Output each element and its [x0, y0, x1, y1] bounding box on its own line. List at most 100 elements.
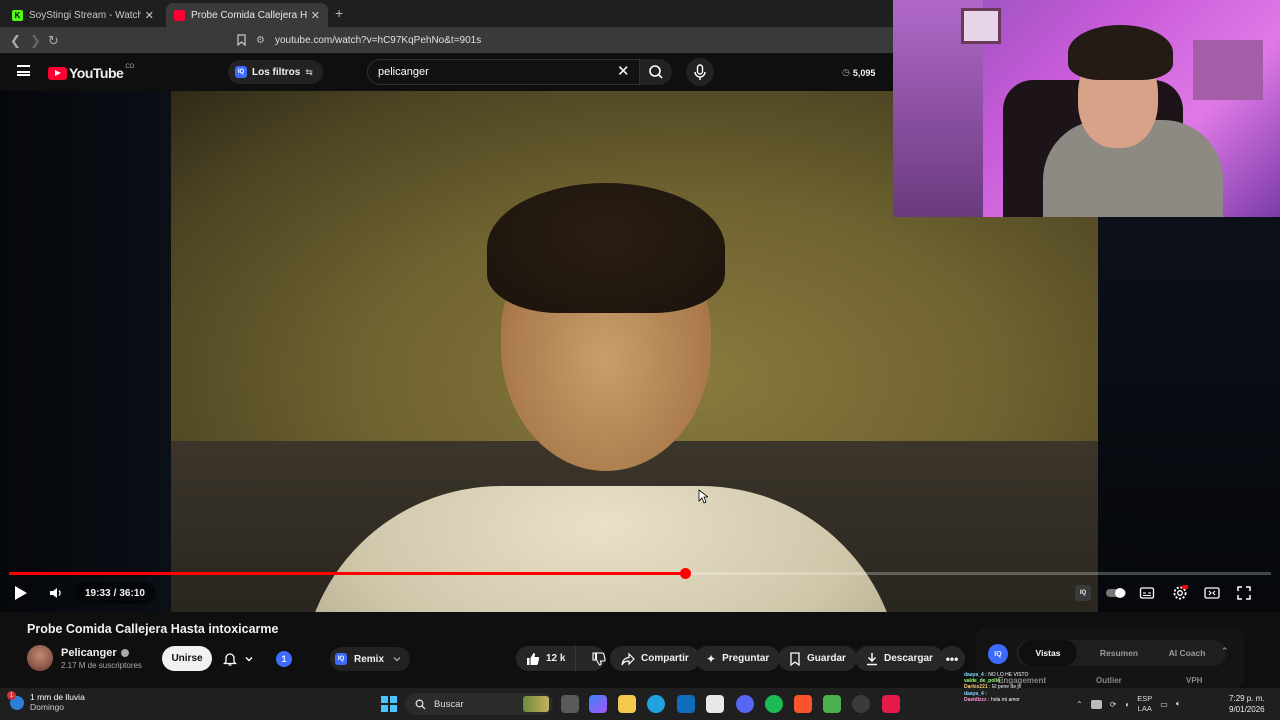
share-arrow-icon	[621, 652, 635, 665]
tab-kick-stream[interactable]: K SoyStingi Stream - Watch Live on Kick …	[4, 3, 162, 27]
tab-youtube-video[interactable]: Probe Comida Callejera Hasta intoxicarme…	[166, 3, 328, 27]
bookmark-icon[interactable]	[237, 34, 246, 46]
browser-tab-strip: K SoyStingi Stream - Watch Live on Kick …	[0, 0, 893, 27]
clock-date: 9/01/2026	[1229, 705, 1265, 714]
download-button[interactable]: Descargar	[855, 646, 944, 671]
new-tab-button[interactable]: +	[335, 5, 343, 21]
play-icon[interactable]	[15, 586, 27, 600]
sparkle-icon: ✦	[706, 651, 717, 666]
notification-count-badge: 1	[276, 651, 292, 667]
url-field[interactable]: ⚙ youtube.com/watch?v=hC97KqPehNo&t=901s	[256, 30, 896, 50]
network-icon[interactable]: ▭	[1160, 700, 1168, 709]
search-button[interactable]	[640, 59, 672, 85]
share-button[interactable]: Compartir	[610, 646, 700, 671]
sliders-icon: ⇆	[305, 66, 313, 77]
language-indicator[interactable]: ESP LAA	[1137, 694, 1152, 714]
close-tab-icon[interactable]: ✕	[311, 9, 320, 22]
ask-button[interactable]: ✦ Preguntar	[695, 646, 781, 671]
youtube-logo[interactable]: YouTube CO	[48, 64, 135, 81]
address-bar: ❮ ❯ ↻ ⚙ youtube.com/watch?v=hC97KqPehNo&…	[0, 27, 893, 53]
search-input[interactable]: pelicanger	[367, 59, 640, 85]
chat-username: Davidlzzz :	[964, 696, 991, 703]
volume-icon[interactable]	[49, 586, 63, 600]
iq-tabs: Vistas Resumen AI Coach	[1016, 640, 1226, 666]
autoplay-toggle-icon[interactable]	[1105, 585, 1127, 601]
column-outlier: Outlier	[1096, 676, 1122, 685]
clear-search-icon[interactable]: ✕	[617, 64, 630, 79]
remix-button[interactable]: IQ Remix	[330, 647, 411, 671]
settings-gear-icon[interactable]	[1172, 585, 1188, 601]
search-label: Buscar	[434, 698, 464, 710]
more-actions-button[interactable]: •••	[939, 646, 965, 671]
youtube-wordmark: YouTube	[69, 65, 124, 81]
system-clock[interactable]: 7:29 p. m. 9/01/2026	[1229, 693, 1265, 715]
chevron-down-icon	[245, 657, 253, 662]
subscriber-count: 2.17 M de suscriptores	[61, 661, 142, 670]
tab-vistas[interactable]: Vistas	[1019, 640, 1077, 666]
chevron-up-icon[interactable]: ⌃	[1076, 700, 1083, 709]
region-code: CO	[125, 64, 135, 70]
search-icon	[649, 65, 663, 79]
forward-icon[interactable]: ❯	[30, 33, 41, 49]
save-button[interactable]: Guardar	[778, 646, 857, 671]
brave-browser-icon[interactable]	[794, 695, 812, 713]
subtitles-icon[interactable]	[1139, 585, 1155, 601]
mic-tray-icon[interactable]: ◖	[1124, 700, 1129, 709]
edge-browser-icon[interactable]	[647, 695, 665, 713]
mouse-cursor-icon	[698, 489, 708, 504]
filters-button[interactable]: IQ Los filtros ⇆	[228, 60, 323, 84]
tab-ai-coach[interactable]: AI Coach	[1152, 640, 1222, 666]
tiktok-icon[interactable]	[882, 695, 900, 713]
chevron-up-icon[interactable]: ⌃	[1221, 646, 1229, 657]
download-label: Descargar	[884, 653, 933, 664]
thumbs-up-icon	[527, 652, 540, 665]
download-icon	[867, 652, 877, 665]
iq-overlay-icon[interactable]: IQ	[1075, 585, 1091, 601]
chat-username: Darkis221 :	[964, 684, 993, 691]
webcam-wall-frame	[961, 8, 1001, 44]
taskbar-search[interactable]: Buscar	[405, 693, 553, 715]
site-info-icon[interactable]: ⚙	[256, 35, 265, 46]
close-tab-icon[interactable]: ✕	[145, 9, 154, 22]
player-controls: 19:33 / 36:10 IQ	[0, 579, 1280, 609]
speaker-icon[interactable]: 🔈︎	[1176, 699, 1181, 709]
sync-icon[interactable]: ⟳	[1110, 700, 1117, 709]
channel-avatar[interactable]	[27, 645, 53, 671]
file-explorer-icon[interactable]	[618, 695, 636, 713]
progress-bar[interactable]	[9, 568, 1271, 579]
task-view-icon[interactable]	[561, 695, 579, 713]
widgets-icon[interactable]	[589, 695, 607, 713]
iq-icon: IQ	[235, 66, 247, 78]
reload-icon[interactable]: ↻	[48, 33, 59, 49]
fullscreen-icon[interactable]	[1236, 585, 1252, 601]
search-highlight-icon	[523, 696, 549, 712]
video-title: Probe Comida Callejera Hasta intoxicarme	[27, 622, 279, 636]
outlook-icon[interactable]	[677, 695, 695, 713]
channel-name-link[interactable]: Pelicanger	[61, 647, 129, 659]
back-icon[interactable]: ❮	[10, 33, 21, 49]
voice-search-button[interactable]	[686, 58, 714, 86]
tab-label: SoyStingi Stream - Watch Live on Kick	[29, 9, 141, 21]
notifications-dropdown[interactable]	[222, 648, 262, 670]
tray-app-icon[interactable]	[1090, 699, 1102, 709]
like-dislike-group: 12 k	[516, 646, 607, 671]
tab-resumen[interactable]: Resumen	[1086, 640, 1152, 666]
hamburger-menu-icon[interactable]	[17, 65, 30, 76]
spotify-icon[interactable]	[765, 695, 783, 713]
youtube-play-logo-icon	[48, 66, 67, 80]
windows-taskbar: 1 1 mm de lluvia Domingo Buscar ⌃ ⟳ ◖ ES…	[0, 688, 1280, 720]
duration: 36:10	[119, 587, 145, 599]
discord-icon[interactable]	[736, 695, 754, 713]
windows-start-icon[interactable]	[381, 696, 397, 712]
stream-chat-overlay: daaya_4 : NO LO HE VISTO valde_de_pollo :…	[964, 672, 1064, 720]
chat-text: El pene de jh	[992, 684, 1022, 691]
video-pillarbox-right	[1098, 217, 1280, 612]
like-button[interactable]: 12 k	[516, 646, 577, 671]
microsoft-store-icon[interactable]	[706, 695, 724, 713]
join-button[interactable]: Unirse	[162, 646, 212, 671]
weather-widget[interactable]: 1 1 mm de lluvia Domingo	[7, 691, 85, 712]
theater-mode-icon[interactable]	[1204, 585, 1220, 601]
obs-icon[interactable]	[852, 695, 870, 713]
app-icon[interactable]	[823, 695, 841, 713]
chat-username: daaya_4 :	[964, 672, 989, 678]
